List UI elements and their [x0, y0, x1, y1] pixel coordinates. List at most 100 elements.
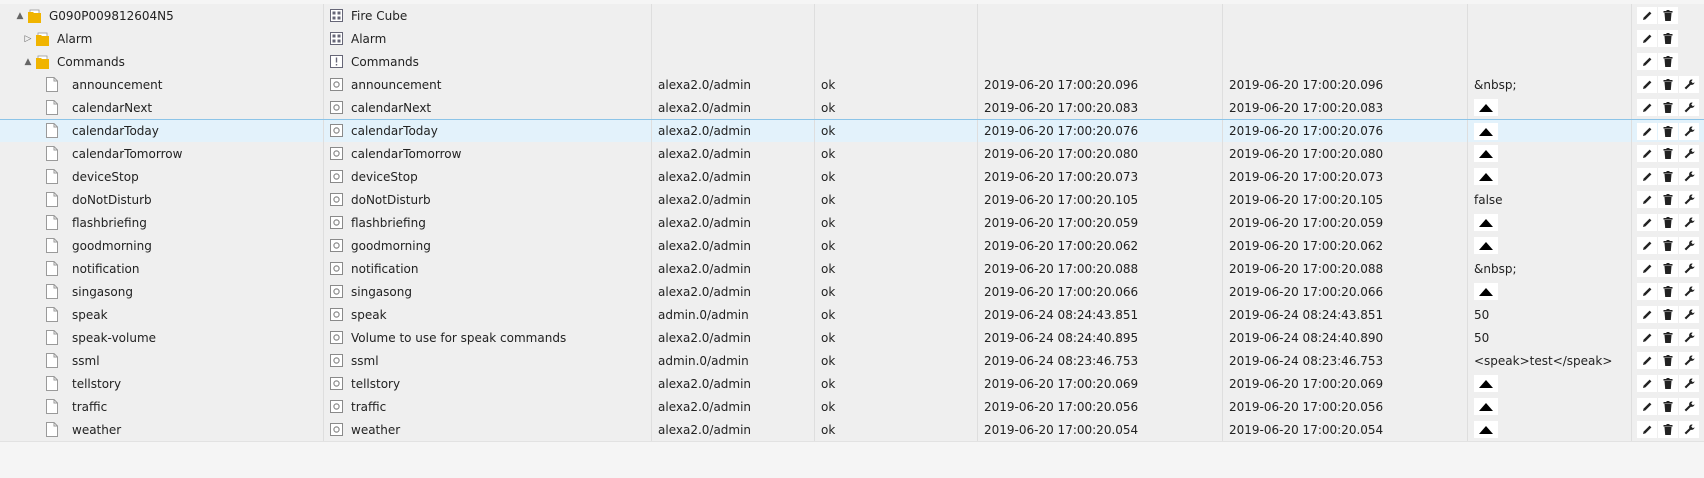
- delete-button[interactable]: [1658, 122, 1678, 140]
- settings-button[interactable]: [1679, 99, 1699, 116]
- table-row[interactable]: traffic traffic alexa2.0/admin ok 2019-06-20…: [0, 395, 1704, 419]
- delete-button[interactable]: [1658, 283, 1678, 300]
- settings-button[interactable]: [1679, 421, 1699, 438]
- table-row[interactable]: ▲ G090P009812604N5 Fire Cube: [0, 4, 1704, 28]
- settings-button[interactable]: [1679, 237, 1699, 254]
- edit-button[interactable]: [1637, 398, 1657, 415]
- delete-button[interactable]: [1658, 214, 1678, 231]
- trigger-button[interactable]: [1474, 398, 1498, 415]
- settings-button[interactable]: [1679, 283, 1699, 300]
- delete-button[interactable]: [1658, 398, 1678, 415]
- settings-button[interactable]: [1679, 168, 1699, 185]
- delete-button[interactable]: [1658, 306, 1678, 323]
- expand-toggle-icon[interactable]: ▷: [22, 34, 34, 44]
- settings-button[interactable]: [1679, 145, 1699, 162]
- settings-button[interactable]: [1679, 191, 1699, 208]
- settings-button[interactable]: [1679, 329, 1699, 346]
- table-row[interactable]: calendarTomorrow calendarTomorrow alexa2.0…: [0, 142, 1704, 166]
- delete-button[interactable]: [1658, 352, 1678, 369]
- edit-button[interactable]: [1637, 421, 1657, 438]
- trigger-button[interactable]: [1474, 122, 1498, 140]
- trigger-button[interactable]: [1474, 168, 1498, 185]
- value-text[interactable]: 50: [1474, 308, 1489, 322]
- edit-button[interactable]: [1637, 260, 1657, 277]
- collapse-toggle-icon[interactable]: ▲: [14, 11, 26, 21]
- trigger-button[interactable]: [1474, 214, 1498, 231]
- settings-button[interactable]: [1679, 306, 1699, 323]
- table-row[interactable]: ssml ssml admin.0/admin ok 2019-06-24 08:23:…: [0, 349, 1704, 373]
- settings-button[interactable]: [1679, 260, 1699, 277]
- settings-button[interactable]: [1679, 375, 1699, 392]
- name-cell: goodmorning: [324, 234, 652, 257]
- delete-button[interactable]: [1658, 7, 1678, 24]
- delete-button[interactable]: [1658, 421, 1678, 438]
- table-row[interactable]: singasong singasong alexa2.0/admin ok 2019-0…: [0, 280, 1704, 304]
- edit-button[interactable]: [1637, 122, 1657, 140]
- edit-button[interactable]: [1637, 76, 1657, 93]
- delete-button[interactable]: [1658, 99, 1678, 116]
- table-row[interactable]: tellstory tellstory alexa2.0/admin ok 2019-0…: [0, 372, 1704, 396]
- table-row[interactable]: calendarNext calendarNext alexa2.0/admin ok…: [0, 96, 1704, 120]
- table-row[interactable]: ▷ Alarm Alarm: [0, 27, 1704, 51]
- edit-button[interactable]: [1637, 352, 1657, 369]
- collapse-toggle-icon[interactable]: ▲: [22, 57, 34, 67]
- trigger-button[interactable]: [1474, 421, 1498, 438]
- table-row[interactable]: weather weather alexa2.0/admin ok 2019-06-20…: [0, 418, 1704, 442]
- delete-button[interactable]: [1658, 329, 1678, 346]
- delete-button[interactable]: [1658, 145, 1678, 162]
- trigger-button[interactable]: [1474, 145, 1498, 162]
- value-text[interactable]: false: [1474, 193, 1503, 207]
- edit-button[interactable]: [1637, 99, 1657, 116]
- edit-button[interactable]: [1637, 145, 1657, 162]
- table-row[interactable]: speak-volume Volume to use for speak comm…: [0, 326, 1704, 350]
- table-row[interactable]: ▲ Commands Commands: [0, 50, 1704, 74]
- table-row[interactable]: notification notification alexa2.0/admin ok…: [0, 257, 1704, 281]
- edit-button[interactable]: [1637, 191, 1657, 208]
- settings-button[interactable]: [1679, 76, 1699, 93]
- table-row[interactable]: announcement announcement alexa2.0/admin ok…: [0, 73, 1704, 97]
- table-row[interactable]: speak speak admin.0/admin ok 2019-06-24 08:2…: [0, 303, 1704, 327]
- table-row[interactable]: calendarToday calendarToday alexa2.0/admin…: [0, 119, 1704, 143]
- actions-cell: [1632, 349, 1704, 372]
- edit-button[interactable]: [1637, 237, 1657, 254]
- edit-button[interactable]: [1637, 30, 1657, 47]
- object-name: tellstory: [351, 376, 401, 391]
- trash-icon: [1663, 148, 1673, 159]
- edit-button[interactable]: [1637, 168, 1657, 185]
- delete-button[interactable]: [1658, 375, 1678, 392]
- edit-button[interactable]: [1637, 7, 1657, 24]
- edit-button[interactable]: [1637, 53, 1657, 70]
- edit-button[interactable]: [1637, 329, 1657, 346]
- delete-button[interactable]: [1658, 168, 1678, 185]
- table-row[interactable]: goodmorning goodmorning alexa2.0/admin ok 20…: [0, 234, 1704, 258]
- settings-button[interactable]: [1679, 122, 1699, 140]
- trigger-button[interactable]: [1474, 237, 1498, 254]
- delete-button[interactable]: [1658, 53, 1678, 70]
- trash-icon: [1663, 286, 1673, 297]
- value-text[interactable]: &nbsp;: [1474, 262, 1517, 276]
- edit-button[interactable]: [1637, 306, 1657, 323]
- name-cell: Alarm: [324, 27, 652, 50]
- trigger-button[interactable]: [1474, 283, 1498, 300]
- table-row[interactable]: flashbriefing flashbriefing alexa2.0/admin…: [0, 211, 1704, 235]
- value-text[interactable]: &nbsp;: [1474, 78, 1517, 92]
- trigger-button[interactable]: [1474, 99, 1498, 116]
- edit-button[interactable]: [1637, 283, 1657, 300]
- delete-button[interactable]: [1658, 76, 1678, 93]
- value-text[interactable]: 50: [1474, 331, 1489, 345]
- edit-button[interactable]: [1637, 375, 1657, 392]
- table-row[interactable]: doNotDisturb doNotDisturb alexa2.0/admin ok…: [0, 188, 1704, 212]
- edit-button[interactable]: [1637, 214, 1657, 231]
- settings-button[interactable]: [1679, 214, 1699, 231]
- delete-button[interactable]: [1658, 260, 1678, 277]
- actions-cell: [1632, 27, 1704, 50]
- settings-button[interactable]: [1679, 352, 1699, 369]
- delete-button[interactable]: [1658, 191, 1678, 208]
- table-row[interactable]: deviceStop deviceStop alexa2.0/admin ok 2019…: [0, 165, 1704, 189]
- delete-button[interactable]: [1658, 237, 1678, 254]
- settings-button[interactable]: [1679, 398, 1699, 415]
- trigger-button[interactable]: [1474, 375, 1498, 392]
- value-text[interactable]: <speak>test</speak>: [1474, 354, 1612, 368]
- actions-cell: [1632, 165, 1704, 188]
- delete-button[interactable]: [1658, 30, 1678, 47]
